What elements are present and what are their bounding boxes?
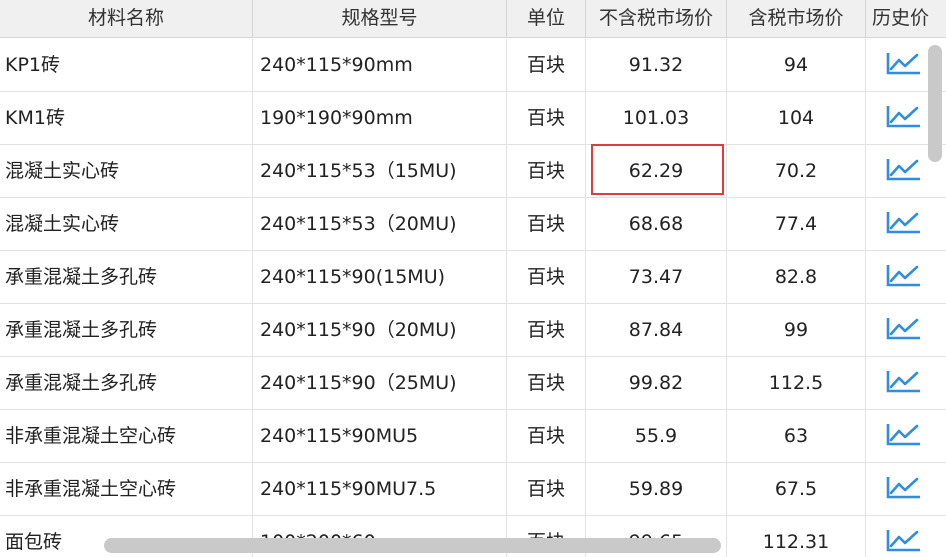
unit-cell: 百块 xyxy=(507,304,586,356)
spec-cell: 240*115*90（20MU) xyxy=(253,304,507,356)
material-name-cell: 承重混凝土多孔砖 xyxy=(0,304,253,356)
table-row[interactable]: KM1砖 190*190*90mm 百块 101.03 104 xyxy=(0,92,946,145)
table-row[interactable]: 混凝土实心砖 240*115*53（15MU) 百块 62.29 70.2 xyxy=(0,145,946,198)
vertical-scrollbar[interactable] xyxy=(928,45,942,162)
price-inc-tax-cell: 77.4 xyxy=(727,198,866,250)
col-header-spec[interactable]: 规格型号 xyxy=(253,0,507,38)
material-name-cell: 承重混凝土多孔砖 xyxy=(0,251,253,303)
line-chart-icon[interactable] xyxy=(886,473,922,501)
price-ex-tax-cell: 59.89 xyxy=(586,463,727,515)
price-ex-tax-cell: 55.9 xyxy=(586,410,727,462)
material-name-cell: KP1砖 xyxy=(0,39,253,91)
table-row[interactable]: 非承重混凝土空心砖 240*115*90MU5 百块 55.9 63 xyxy=(0,410,946,463)
col-header-price-inc-tax[interactable]: 含税市场价 xyxy=(727,0,866,38)
material-name-cell: KM1砖 xyxy=(0,92,253,144)
table-header: 材料名称 规格型号 单位 不含税市场价 含税市场价 历史价 xyxy=(0,0,946,38)
line-chart-icon[interactable] xyxy=(886,102,922,130)
material-name-cell: 混凝土实心砖 xyxy=(0,198,253,250)
price-inc-tax-cell: 82.8 xyxy=(727,251,866,303)
spec-cell: 240*115*90mm xyxy=(253,39,507,91)
price-inc-tax-cell: 112.31 xyxy=(727,516,866,557)
line-chart-icon[interactable] xyxy=(886,208,922,236)
col-header-unit[interactable]: 单位 xyxy=(507,0,586,38)
spec-cell: 240*115*90MU7.5 xyxy=(253,463,507,515)
line-chart-icon[interactable] xyxy=(886,155,922,183)
line-chart-icon[interactable] xyxy=(886,526,922,554)
price-table: 材料名称 规格型号 单位 不含税市场价 含税市场价 历史价 KP1砖 240*11… xyxy=(0,0,946,557)
price-inc-tax-cell: 63 xyxy=(727,410,866,462)
spec-cell: 240*115*90（25MU) xyxy=(253,357,507,409)
unit-cell: 百块 xyxy=(507,145,586,197)
price-inc-tax-cell: 70.2 xyxy=(727,145,866,197)
unit-cell: 百块 xyxy=(507,463,586,515)
material-name-cell: 非承重混凝土空心砖 xyxy=(0,410,253,462)
price-ex-tax-cell: 73.47 xyxy=(586,251,727,303)
table-row[interactable]: KP1砖 240*115*90mm 百块 91.32 94 xyxy=(0,39,946,92)
material-name-cell: 混凝土实心砖 xyxy=(0,145,253,197)
unit-cell: 百块 xyxy=(507,92,586,144)
material-name-cell: 承重混凝土多孔砖 xyxy=(0,357,253,409)
price-ex-tax-cell: 101.03 xyxy=(586,92,727,144)
line-chart-icon[interactable] xyxy=(886,49,922,77)
col-header-price-ex-tax[interactable]: 不含税市场价 xyxy=(586,0,727,38)
price-inc-tax-cell: 99 xyxy=(727,304,866,356)
unit-cell: 百块 xyxy=(507,198,586,250)
price-ex-tax-cell: 62.29 xyxy=(586,145,727,197)
price-ex-tax-cell: 91.32 xyxy=(586,39,727,91)
line-chart-icon[interactable] xyxy=(886,367,922,395)
table-row[interactable]: 混凝土实心砖 240*115*53（20MU) 百块 68.68 77.4 xyxy=(0,198,946,251)
spec-cell: 240*115*53（20MU) xyxy=(253,198,507,250)
col-header-history[interactable]: 历史价 xyxy=(866,0,946,38)
line-chart-icon[interactable] xyxy=(886,314,922,342)
horizontal-scrollbar[interactable] xyxy=(104,538,721,553)
table-row[interactable]: 承重混凝土多孔砖 240*115*90（20MU) 百块 87.84 99 xyxy=(0,304,946,357)
unit-cell: 百块 xyxy=(507,251,586,303)
price-ex-tax-cell: 87.84 xyxy=(586,304,727,356)
table-row[interactable]: 承重混凝土多孔砖 240*115*90(15MU) 百块 73.47 82.8 xyxy=(0,251,946,304)
table-row[interactable]: 承重混凝土多孔砖 240*115*90（25MU) 百块 99.82 112.5 xyxy=(0,357,946,410)
spec-cell: 190*190*90mm xyxy=(253,92,507,144)
price-inc-tax-cell: 94 xyxy=(727,39,866,91)
material-name-cell: 非承重混凝土空心砖 xyxy=(0,463,253,515)
line-chart-icon[interactable] xyxy=(886,420,922,448)
spec-cell: 240*115*90MU5 xyxy=(253,410,507,462)
spec-cell: 240*115*53（15MU) xyxy=(253,145,507,197)
line-chart-icon[interactable] xyxy=(886,261,922,289)
price-inc-tax-cell: 67.5 xyxy=(727,463,866,515)
unit-cell: 百块 xyxy=(507,410,586,462)
price-inc-tax-cell: 112.5 xyxy=(727,357,866,409)
price-ex-tax-cell: 68.68 xyxy=(586,198,727,250)
unit-cell: 百块 xyxy=(507,357,586,409)
price-ex-tax-cell: 99.82 xyxy=(586,357,727,409)
col-header-material-name[interactable]: 材料名称 xyxy=(0,0,253,38)
unit-cell: 百块 xyxy=(507,39,586,91)
spec-cell: 240*115*90(15MU) xyxy=(253,251,507,303)
table-row[interactable]: 非承重混凝土空心砖 240*115*90MU7.5 百块 59.89 67.5 xyxy=(0,463,946,516)
price-inc-tax-cell: 104 xyxy=(727,92,866,144)
